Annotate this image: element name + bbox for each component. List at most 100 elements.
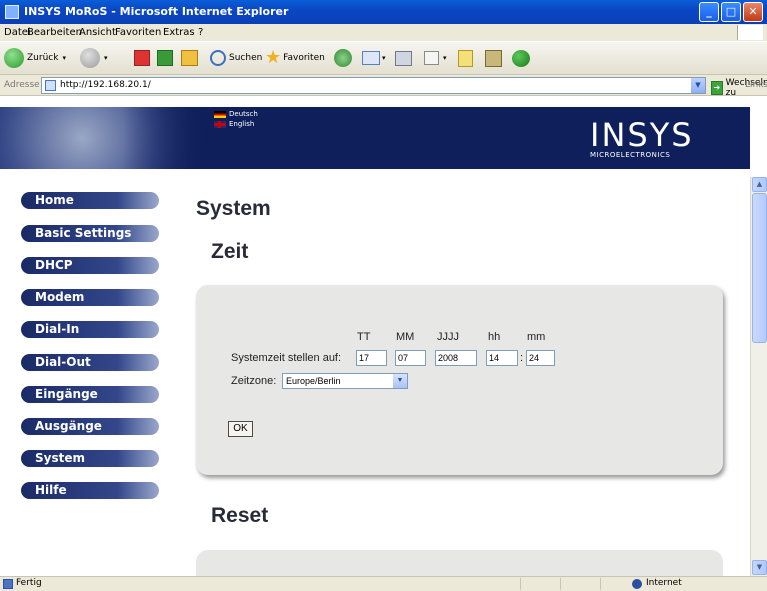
window-title: INSYS MoRoS - Microsoft Internet Explore… [24,5,289,18]
research-button[interactable] [485,47,502,69]
favorites-label: Favoriten [283,53,325,63]
menu-favoriten[interactable]: Favoriten [115,27,161,38]
section-reset-heading: Reset [211,504,269,527]
timezone-select[interactable]: Europe/Berlin ▼ [282,373,408,389]
col-minute-label: mm [527,331,546,343]
favorites-button[interactable]: ★ Favoriten [265,47,325,69]
address-url[interactable]: http://192.168.20.1/ [60,80,151,90]
address-dropdown-icon[interactable]: ▼ [691,78,705,93]
lang-english-link[interactable]: English [214,120,254,128]
browser-toolbar: Zurück ▾ ▾ Suchen ★ Favoriten ▾ ▾ [0,41,767,75]
reset-panel [196,550,723,576]
month-input[interactable]: 07 [395,350,426,366]
stop-button[interactable] [134,47,150,69]
refresh-button[interactable] [157,47,173,69]
hour-input[interactable]: 14 [486,350,518,366]
minute-input[interactable]: 24 [526,350,555,366]
col-jjjj-label: JJJJ [437,331,459,343]
mail-dropdown-icon[interactable]: ▾ [382,54,386,62]
banner-photo [0,107,205,169]
lang-deutsch-link[interactable]: Deutsch [214,110,258,118]
page-icon [45,80,56,91]
timezone-value: Europe/Berlin [286,376,341,386]
status-text: Fertig [16,578,42,588]
menu-ansicht[interactable]: Ansicht [79,27,116,38]
forward-arrow-icon [80,48,100,68]
page-title: System [196,197,271,220]
nav-dhcp[interactable]: DHCP [21,257,159,274]
nav-home[interactable]: Home [21,192,159,209]
nav-basic-settings[interactable]: Basic Settings [21,225,159,242]
col-hh-label: hh [488,331,501,343]
nav-dial-out[interactable]: Dial-Out [21,354,159,371]
ie-app-icon [5,5,19,19]
mail-button[interactable]: ▾ [362,47,386,69]
nav-eingaenge[interactable]: Eingänge [21,386,159,403]
uk-flag-icon [214,120,226,128]
german-flag-icon [214,110,226,118]
maximize-button[interactable]: □ [721,2,741,22]
discuss-button[interactable] [458,47,473,69]
lang-english-label: English [229,120,255,128]
nav-system[interactable]: System [21,450,159,467]
print-icon [395,50,412,66]
search-button[interactable]: Suchen [210,47,262,69]
vertical-scrollbar[interactable]: ▲ ▼ [750,177,767,576]
search-label: Suchen [229,53,263,63]
menu-extras[interactable]: Extras [163,27,195,38]
home-button[interactable] [181,47,198,69]
nav-modem[interactable]: Modem [21,289,159,306]
chevron-down-icon[interactable]: ▼ [393,374,407,388]
logo-text: INSYS [590,116,694,154]
address-input[interactable]: http://192.168.20.1/ ▼ [41,77,706,94]
minimize-button[interactable]: _ [699,2,719,22]
menu-help[interactable]: ? [198,27,203,38]
messenger-button[interactable] [512,47,530,69]
refresh-icon [157,50,173,66]
go-arrow-icon: ➔ [711,81,723,95]
insys-logo: INSYS MICROELECTRONICS [590,119,735,161]
menu-bar: Datei Bearbeiten Ansicht Favoriten Extra… [0,24,767,41]
nav-ausgaenge[interactable]: Ausgänge [21,418,159,435]
section-zeit-heading: Zeit [211,240,249,263]
address-label: Adresse [4,80,40,90]
edit-button[interactable]: ▾ [424,47,447,69]
day-input[interactable]: 17 [356,350,387,366]
search-icon [210,50,226,66]
forward-button[interactable]: ▾ [80,47,108,69]
discuss-icon [458,49,473,67]
star-icon: ★ [265,47,282,68]
time-separator: : [520,352,524,364]
back-button[interactable]: Zurück ▾ [4,47,66,69]
col-mm-label: MM [396,331,415,343]
set-time-label: Systemzeit stellen auf: [231,352,342,364]
forward-dropdown-icon[interactable]: ▾ [104,54,108,62]
edit-dropdown-icon[interactable]: ▾ [443,54,447,62]
history-icon [334,49,352,67]
nav-dial-in[interactable]: Dial-In [21,321,159,338]
zone-label: Internet [646,578,682,588]
menu-bearbeiten[interactable]: Bearbeiten [27,27,82,38]
status-bar: Fertig Internet [0,576,767,591]
messenger-icon [512,49,530,67]
timezone-label: Zeitzone: [231,375,277,387]
links-label[interactable]: Links [745,80,767,90]
ok-button[interactable]: OK [228,421,253,437]
scroll-thumb[interactable] [752,193,767,343]
status-divider [520,578,521,590]
nav-hilfe[interactable]: Hilfe [21,482,159,499]
close-button[interactable]: ✕ [743,2,763,22]
status-divider [600,578,601,590]
col-tt-label: TT [357,331,371,343]
year-input[interactable]: 2008 [435,350,477,366]
window-title-bar[interactable]: INSYS MoRoS - Microsoft Internet Explore… [0,0,767,24]
print-button[interactable] [395,47,412,69]
history-button[interactable] [334,47,352,69]
windows-logo-icon [737,25,763,40]
home-icon [181,50,198,66]
scroll-up-icon[interactable]: ▲ [752,177,767,192]
back-dropdown-icon[interactable]: ▾ [62,54,66,62]
logo-subtext: MICROELECTRONICS [590,151,671,159]
scroll-down-icon[interactable]: ▼ [752,560,767,575]
page-status-icon [3,579,13,589]
